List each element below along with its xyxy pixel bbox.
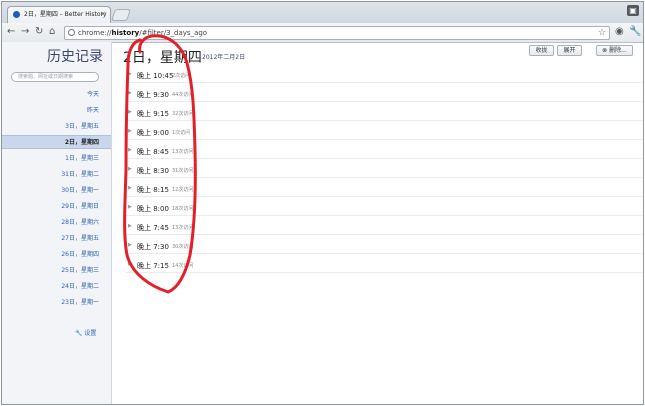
chrome-icon[interactable]: ◉: [615, 26, 624, 38]
wrench-icon[interactable]: 🔧: [629, 26, 641, 38]
sidebar-item-day[interactable]: 27日，星期五: [61, 234, 99, 244]
time-group-row[interactable]: ▶ 晚上 9:30 44次访问: [126, 85, 643, 102]
expand-arrow-icon[interactable]: ▶: [128, 223, 132, 229]
page-date: 2012年二月2日: [202, 54, 246, 61]
page-icon: [68, 29, 75, 36]
expand-arrow-icon[interactable]: ▶: [128, 71, 132, 77]
sidebar-item-day[interactable]: 1日，星期三: [65, 154, 99, 164]
wrench-settings-icon: 🔧: [75, 330, 83, 337]
row-visit-count: 31次访问: [172, 168, 194, 174]
sidebar-item-day[interactable]: 昨天: [87, 106, 99, 116]
sidebar-item-day[interactable]: 28日，星期六: [61, 218, 99, 228]
back-icon[interactable]: ←: [7, 26, 15, 38]
row-time: 晚上 8:30: [137, 167, 169, 175]
sidebar-item-day[interactable]: 今天: [87, 90, 99, 100]
sidebar-title: 历史记录: [47, 49, 103, 65]
expand-arrow-icon[interactable]: ▶: [128, 204, 132, 210]
row-visit-count: 2次访问: [172, 73, 191, 79]
row-visit-count: 44次访问: [172, 92, 194, 98]
row-visit-count: 13次访问: [172, 225, 194, 231]
delete-icon: ⊗: [602, 47, 608, 54]
toolbar: ← → ↻ ⌂ chrome://history/#filter/3_days_…: [2, 23, 643, 43]
window-control-icon[interactable]: ▣: [627, 5, 639, 16]
sidebar-item-day[interactable]: 30日，星期一: [61, 186, 99, 196]
sidebar-item-day[interactable]: 2日，星期四: [2, 135, 111, 149]
collapse-button[interactable]: 收拢: [529, 45, 554, 56]
expand-arrow-icon[interactable]: ▶: [128, 109, 132, 115]
row-time: 晚上 7:15: [137, 262, 169, 270]
row-time: 晚上 10:45: [137, 72, 174, 80]
row-time: 晚上 9:00: [137, 129, 169, 137]
new-tab-button[interactable]: [111, 9, 131, 21]
main-panel: 2日，星期四 2012年二月2日 收拢 展开 ⊗ 删除... ▶ 晚上 10:45…: [112, 42, 643, 404]
settings-label: 设置: [84, 330, 97, 337]
time-group-row[interactable]: ▶ 晚上 9:15 32次访问: [126, 104, 643, 121]
expand-button[interactable]: 展开: [557, 45, 582, 56]
row-visit-count: 30次访问: [172, 244, 194, 250]
time-group-row[interactable]: ▶ 晚上 7:15 14次访问: [126, 256, 643, 273]
row-time: 晚上 7:45: [137, 224, 169, 232]
expand-arrow-icon[interactable]: ▶: [128, 166, 132, 172]
row-visit-count: 14次访问: [172, 263, 194, 269]
tab-strip: 2日，星期四 – Better History × ▣: [2, 2, 643, 23]
tab-title: 2日，星期四 – Better History: [24, 11, 107, 18]
row-visit-count: 18次访问: [172, 206, 194, 212]
time-group-row[interactable]: ▶ 晚上 8:15 12次访问: [126, 180, 643, 197]
expand-arrow-icon[interactable]: ▶: [128, 90, 132, 96]
row-visit-count: 32次访问: [172, 111, 194, 117]
time-group-row[interactable]: ▶ 晚上 9:00 1次访问: [126, 123, 643, 140]
browser-tab[interactable]: 2日，星期四 – Better History ×: [7, 6, 111, 23]
tab-close-icon[interactable]: ×: [100, 7, 106, 22]
row-time: 晚上 7:30: [137, 243, 169, 251]
row-visit-count: 12次访问: [172, 187, 194, 193]
url-text: chrome://history/#filter/3_days_ago: [78, 29, 208, 37]
sidebar-item-day[interactable]: 24日，星期二: [61, 282, 99, 292]
browser-window: 2日，星期四 – Better History × ▣ ← → ↻ ⌂ chro…: [1, 1, 644, 405]
time-group-row[interactable]: ▶ 晚上 8:00 18次访问: [126, 199, 643, 216]
expand-arrow-icon[interactable]: ▶: [128, 147, 132, 153]
sidebar-item-day[interactable]: 3日，星期五: [65, 122, 99, 132]
delete-label: 删除...: [609, 47, 627, 54]
row-visit-count: 13次访问: [172, 149, 194, 155]
expand-arrow-icon[interactable]: ▶: [128, 242, 132, 248]
row-time: 晚上 8:15: [137, 186, 169, 194]
sidebar-item-day[interactable]: 25日，星期三: [61, 266, 99, 276]
search-input[interactable]: 搜索题、网址或日期搜索: [11, 72, 99, 82]
reload-icon[interactable]: ↻: [35, 26, 43, 38]
row-time: 晚上 8:45: [137, 148, 169, 156]
time-group-row[interactable]: ▶ 晚上 8:45 13次访问: [126, 142, 643, 159]
time-group-row[interactable]: ▶ 晚上 8:30 31次访问: [126, 161, 643, 178]
time-group-row[interactable]: ▶ 晚上 7:45 13次访问: [126, 218, 643, 235]
time-group-row[interactable]: ▶ 晚上 10:45 2次访问: [126, 66, 643, 83]
home-icon[interactable]: ⌂: [49, 26, 55, 38]
row-time: 晚上 9:30: [137, 91, 169, 99]
sidebar: 历史记录 搜索题、网址或日期搜索 今天昨天 3日，星期五 2日，星期四 1日，星期三 3…: [2, 42, 112, 404]
delete-button[interactable]: ⊗ 删除...: [596, 45, 633, 56]
star-icon[interactable]: ☆: [598, 27, 606, 39]
expand-arrow-icon[interactable]: ▶: [128, 128, 132, 134]
page-title: 2日，星期四: [123, 50, 202, 66]
sidebar-item-day[interactable]: 29日，星期日: [61, 202, 99, 212]
forward-icon[interactable]: →: [21, 26, 29, 38]
sidebar-item-day[interactable]: 23日，星期一: [61, 298, 99, 308]
settings-link[interactable]: 🔧 设置: [75, 328, 96, 337]
row-visit-count: 1次访问: [172, 130, 191, 136]
row-time: 晚上 9:15: [137, 110, 169, 118]
sidebar-item-day[interactable]: 31日，星期二: [61, 170, 99, 180]
favicon-icon: [13, 11, 20, 18]
expand-arrow-icon[interactable]: ▶: [128, 261, 132, 267]
expand-arrow-icon[interactable]: ▶: [128, 185, 132, 191]
address-bar[interactable]: chrome://history/#filter/3_days_ago ☆: [64, 26, 610, 40]
sidebar-item-day[interactable]: 26日，星期四: [61, 250, 99, 260]
time-group-row[interactable]: ▶ 晚上 7:30 30次访问: [126, 237, 643, 254]
row-time: 晚上 8:00: [137, 205, 169, 213]
